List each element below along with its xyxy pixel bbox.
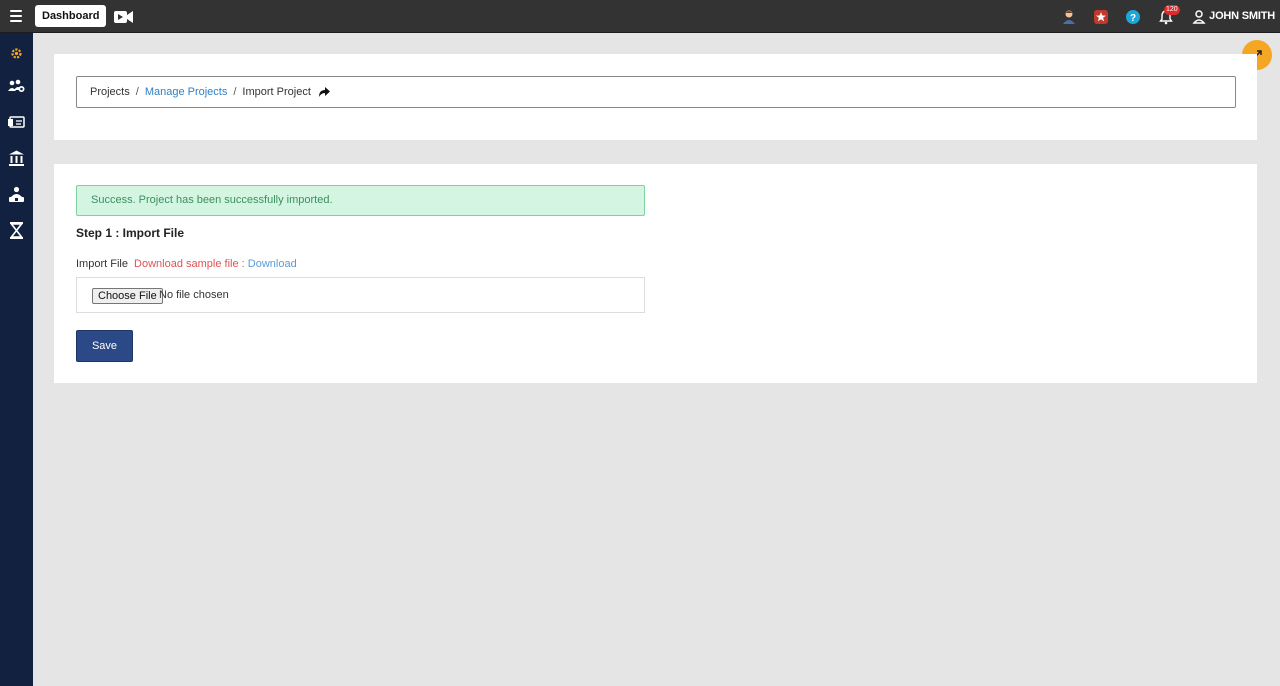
notification-badge: 120 (1164, 5, 1180, 15)
menu-icon[interactable] (10, 10, 22, 22)
top-bar: Dashboard ? 120 JOHN SMITH (0, 0, 1280, 33)
import-file-label: Import File Download sample file : Downl… (76, 258, 297, 270)
video-icon[interactable] (114, 10, 134, 24)
step-title: Step 1 : Import File (76, 226, 185, 240)
download-link[interactable]: Download (248, 258, 297, 270)
id-card-icon[interactable] (7, 113, 26, 132)
sidebar (0, 33, 33, 686)
import-label-text: Import File (76, 258, 128, 270)
hourglass-icon[interactable] (7, 221, 26, 240)
choose-file-button[interactable]: Choose File (92, 288, 163, 304)
star-badge-icon[interactable] (1093, 9, 1109, 25)
sample-file-text: Download sample file : (134, 258, 245, 270)
user-name[interactable]: JOHN SMITH (1209, 10, 1275, 22)
breadcrumb: Projects / Manage Projects / Import Proj… (76, 76, 1236, 108)
profile-icon[interactable] (1061, 9, 1077, 25)
worker-icon[interactable] (7, 185, 26, 204)
breadcrumb-import-project: Import Project (242, 86, 311, 98)
settings-icon[interactable] (7, 44, 26, 63)
bank-icon[interactable] (7, 149, 26, 168)
breadcrumb-manage-projects[interactable]: Manage Projects (145, 86, 228, 98)
share-arrow-icon[interactable] (317, 85, 331, 99)
file-input[interactable]: Choose File No file chosen (76, 277, 645, 313)
svg-text:?: ? (1130, 13, 1136, 24)
user-icon[interactable] (1191, 9, 1207, 25)
file-status: No file chosen (159, 289, 229, 301)
dashboard-button[interactable]: Dashboard (35, 5, 107, 27)
success-alert: Success. Project has been successfully i… (76, 185, 645, 216)
users-icon[interactable] (7, 77, 26, 96)
save-button[interactable]: Save (76, 330, 133, 362)
help-icon[interactable]: ? (1125, 9, 1141, 25)
breadcrumb-separator: / (233, 86, 237, 98)
breadcrumb-projects[interactable]: Projects (90, 86, 130, 98)
breadcrumb-separator: / (135, 86, 139, 98)
